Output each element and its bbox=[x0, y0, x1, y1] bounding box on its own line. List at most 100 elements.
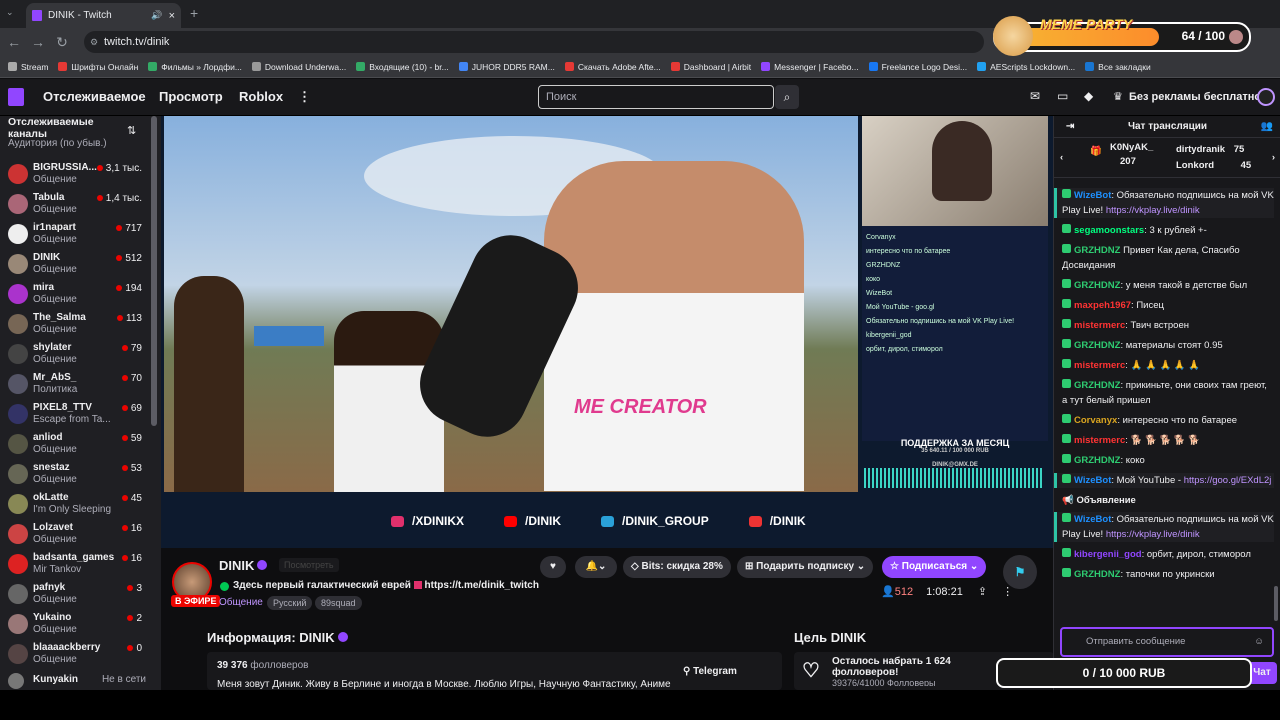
sidebar-channel-item[interactable]: anliod Общение 59 bbox=[0, 430, 160, 460]
chat-input[interactable]: Отправить сообщение ☺ bbox=[1060, 627, 1274, 657]
chat-username[interactable]: mistermerc bbox=[1074, 320, 1125, 331]
prime-crown-icon[interactable]: ♛ bbox=[1113, 90, 1123, 103]
url-input[interactable]: ⚙ twitch.tv/dinik bbox=[84, 31, 984, 53]
bookmark-item[interactable]: AEScripts Lockdown... bbox=[977, 62, 1075, 72]
chat-username[interactable]: mistermerc bbox=[1074, 435, 1125, 446]
share-icon[interactable]: ⇪ bbox=[978, 586, 987, 598]
nav-following[interactable]: Отслеживаемое bbox=[43, 89, 146, 104]
forward-icon[interactable]: → bbox=[26, 34, 50, 50]
sidebar-channel-item[interactable]: okLatte I'm Only Sleeping 45 bbox=[0, 490, 160, 520]
chat-username[interactable]: GRZHDNZ bbox=[1074, 569, 1120, 580]
bookmark-item[interactable]: Dashboard | Airbit bbox=[670, 62, 751, 72]
whispers-icon[interactable]: ▭ bbox=[1057, 89, 1068, 103]
watch-label: Посмотреть bbox=[284, 560, 334, 570]
bookmark-item[interactable]: Фильмы » Лордфи... bbox=[148, 62, 242, 72]
tag-89squad[interactable]: 89squad bbox=[315, 596, 362, 610]
chat-scrollbar[interactable] bbox=[1274, 586, 1278, 621]
tab-list-icon[interactable]: ⌄ bbox=[6, 7, 14, 18]
sidebar-channel-item[interactable]: BIGRUSSIA... Общение 3,1 тыс. bbox=[0, 160, 160, 190]
video-player[interactable]: ME CREATOR Corvanyx интересно что по бата… bbox=[161, 116, 1053, 548]
streamer-name[interactable]: DINIK bbox=[219, 558, 268, 573]
chat-username[interactable]: WizeBot bbox=[1074, 475, 1111, 486]
no-ads-link[interactable]: Без рекламы бесплатно bbox=[1129, 91, 1261, 103]
search-input[interactable]: Поиск bbox=[538, 85, 774, 109]
bookmark-item[interactable]: Freelance Logo Desi... bbox=[868, 62, 967, 72]
sidebar-channel-item[interactable]: shylater Общение 79 bbox=[0, 340, 160, 370]
sidebar-channel-item[interactable]: PIXEL8_TTV Escape from Ta... 69 bbox=[0, 400, 160, 430]
chat-username[interactable]: WizeBot bbox=[1074, 190, 1111, 201]
next-icon[interactable]: › bbox=[1272, 152, 1275, 163]
stream-telegram-link[interactable]: https://t.me/dinik_twitch bbox=[425, 580, 539, 591]
sidebar-channel-item[interactable]: ir1napart Общение 717 bbox=[0, 220, 160, 250]
sidebar-channel-item[interactable]: DINIK Общение 512 bbox=[0, 250, 160, 280]
sidebar-channel-item[interactable]: Lolzavet Общение 16 bbox=[0, 520, 160, 550]
gifter-name: K0NyAK_ bbox=[1110, 142, 1154, 153]
prev-icon[interactable]: ‹ bbox=[1060, 152, 1063, 163]
sidebar-channel-item[interactable]: mira Общение 194 bbox=[0, 280, 160, 310]
category-link[interactable]: Общение bbox=[219, 597, 263, 608]
user-avatar[interactable] bbox=[1257, 88, 1275, 106]
chat-link[interactable]: https://vkplay.live/dinik bbox=[1106, 205, 1200, 216]
chat-text: : 3 к рублей +- bbox=[1144, 225, 1207, 236]
chat-username[interactable]: GRZHDNZ bbox=[1074, 245, 1120, 256]
sort-icon[interactable]: ⇅ bbox=[127, 124, 136, 137]
site-info-icon[interactable]: ⚙ bbox=[90, 31, 98, 53]
search-icon[interactable]: ⌕ bbox=[775, 85, 799, 109]
sidebar-channel-item[interactable]: The_Salma Общение 113 bbox=[0, 310, 160, 340]
sidebar-scrollbar[interactable] bbox=[151, 116, 157, 426]
chat-username[interactable]: GRZHDNZ bbox=[1074, 340, 1120, 351]
chat-username[interactable]: Corvanyx bbox=[1074, 415, 1117, 426]
inbox-icon[interactable]: ✉ bbox=[1030, 89, 1040, 103]
bookmark-item[interactable]: Stream bbox=[8, 62, 48, 72]
bookmark-item[interactable]: Download Underwa... bbox=[251, 62, 346, 72]
nav-browse[interactable]: Просмотр bbox=[159, 89, 223, 104]
tab-close-icon[interactable]: × bbox=[169, 10, 175, 22]
emote-icon[interactable]: ☺ bbox=[1254, 629, 1264, 655]
chat-link[interactable]: https://goo.gl/EXdL2j bbox=[1184, 475, 1272, 486]
sidebar-channel-item[interactable]: Yukaino Общение 2 bbox=[0, 610, 160, 640]
sidebar-channel-item[interactable]: Tabula Общение 1,4 тыс. bbox=[0, 190, 160, 220]
badge-icon bbox=[1062, 319, 1071, 328]
chat-username[interactable]: segamoonstars bbox=[1074, 225, 1144, 236]
browser-tab[interactable]: DINIK - Twitch 🔊 × bbox=[26, 3, 181, 28]
users-icon[interactable]: 👥 bbox=[1261, 116, 1273, 138]
twitch-logo-icon[interactable] bbox=[8, 88, 24, 106]
tag-russian[interactable]: Русский bbox=[267, 596, 313, 610]
sidebar-channel-item[interactable]: snestaz Общение 53 bbox=[0, 460, 160, 490]
new-tab-button[interactable]: + bbox=[190, 5, 198, 21]
bookmark-item[interactable]: Все закладки bbox=[1085, 62, 1151, 72]
watch-button[interactable]: Посмотреть bbox=[279, 558, 339, 572]
sidebar-channel-item[interactable]: badsanta_games Mir Tankov 16 bbox=[0, 550, 160, 580]
chat-username[interactable]: GRZHDNZ bbox=[1074, 380, 1120, 391]
reload-icon[interactable]: ↻ bbox=[50, 34, 74, 51]
chat-username[interactable]: GRZHDNZ bbox=[1074, 455, 1120, 466]
nav-roblox[interactable]: Roblox bbox=[239, 89, 283, 104]
chat-username[interactable]: GRZHDNZ bbox=[1074, 280, 1120, 291]
bookmark-item[interactable]: Скачать Adobe Afte... bbox=[564, 62, 661, 72]
sidebar-channel-item[interactable]: blaaaackberry Общение 0 bbox=[0, 640, 160, 670]
bookmark-item[interactable]: Messenger | Facebo... bbox=[761, 62, 859, 72]
gift-sub-button[interactable]: ⊞ Подарить подписку ⌄ bbox=[737, 556, 874, 578]
bits-discount-button[interactable]: ◇ Bits: скидка 28% bbox=[623, 556, 731, 578]
collapse-chat-icon[interactable]: ⇥ bbox=[1066, 116, 1074, 138]
tab-audio-icon[interactable]: 🔊 bbox=[151, 10, 162, 21]
bookmark-item[interactable]: JUHOR DDR5 RAM... bbox=[458, 62, 555, 72]
bits-icon[interactable]: ◆ bbox=[1084, 89, 1093, 103]
more-icon[interactable]: ⋮ bbox=[298, 89, 311, 105]
sidebar-channel-item[interactable]: pafnyk Общение 3 bbox=[0, 580, 160, 610]
chat-username[interactable]: kibergenii_god bbox=[1074, 549, 1142, 560]
back-icon[interactable]: ← bbox=[2, 34, 26, 50]
chat-username[interactable]: maxpeh1967 bbox=[1074, 300, 1131, 311]
chat-link[interactable]: https://vkplay.live/dinik bbox=[1106, 529, 1200, 540]
more-options-icon[interactable]: ⋮ bbox=[1002, 586, 1013, 598]
hype-icon[interactable]: ⚑ bbox=[1003, 555, 1037, 589]
bookmark-item[interactable]: Шрифты Онлайн bbox=[58, 62, 138, 72]
sidebar-channel-item[interactable]: Mr_AbS_ Политика 70 bbox=[0, 370, 160, 400]
bookmark-item[interactable]: Входящие (10) - br... bbox=[356, 62, 449, 72]
chat-username[interactable]: mistermerc bbox=[1074, 360, 1125, 371]
subscribe-button[interactable]: ☆ Подписаться ⌄ bbox=[882, 556, 987, 578]
chat-username[interactable]: WizeBot bbox=[1074, 514, 1111, 525]
notifications-button[interactable]: 🔔⌄ bbox=[575, 556, 617, 578]
follow-heart-button[interactable]: ♥ bbox=[540, 556, 566, 578]
telegram-link[interactable]: ⚲ Telegram bbox=[683, 666, 737, 677]
